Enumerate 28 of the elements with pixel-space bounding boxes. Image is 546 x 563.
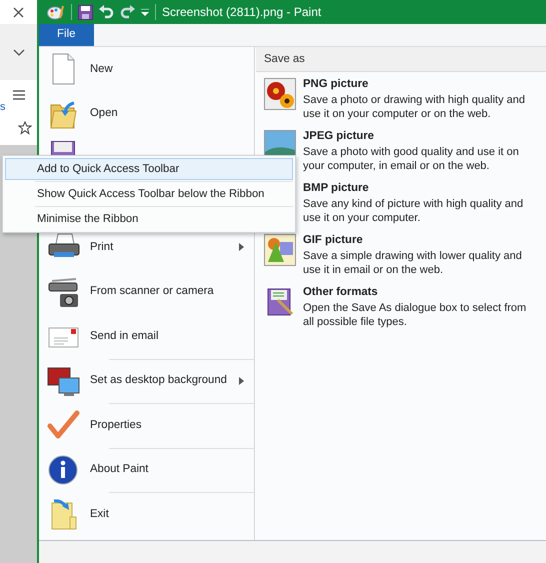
link-text: s — [0, 102, 6, 113]
menu-item[interactable]: From scanner or camera — [39, 270, 254, 314]
disk-icon — [51, 141, 75, 155]
menu-item[interactable]: Send in email — [39, 314, 254, 358]
context-menu-item[interactable]: Minimise the Ribbon — [5, 208, 293, 230]
context-menu-item[interactable]: Add to Quick Access Toolbar — [5, 158, 293, 180]
section-heading: Save as — [256, 47, 546, 72]
dropdown-icon[interactable] — [141, 8, 149, 16]
flowers-icon — [264, 78, 296, 110]
submenu-arrow-icon — [239, 376, 244, 385]
palette-icon[interactable] — [47, 4, 65, 20]
menu-item[interactable]: Open — [39, 92, 254, 136]
save-icon[interactable] — [78, 4, 93, 20]
redo-icon[interactable] — [120, 5, 135, 19]
submenu-arrow-icon — [239, 243, 244, 252]
info-icon — [46, 452, 80, 487]
undo-icon[interactable] — [99, 5, 114, 19]
menu-icon[interactable] — [12, 90, 24, 100]
shapes-icon — [264, 234, 296, 266]
window-title: Screenshot (2811).png - Paint — [162, 4, 322, 21]
close-icon[interactable] — [13, 6, 24, 18]
file-tab[interactable]: File — [39, 24, 94, 46]
context-menu-item[interactable]: Show Quick Access Toolbar below the Ribbon — [5, 183, 293, 205]
star-icon[interactable] — [18, 120, 32, 135]
save-option[interactable]: Other formats Open the Save As dialogue box to select from all possible file types. — [256, 280, 546, 332]
menu-item[interactable]: New — [39, 47, 254, 92]
chevron-down-icon[interactable] — [12, 48, 24, 56]
save-option[interactable]: PNG picture Save a photo or drawing with high quality and use it on your computer or on the web. — [256, 72, 546, 124]
